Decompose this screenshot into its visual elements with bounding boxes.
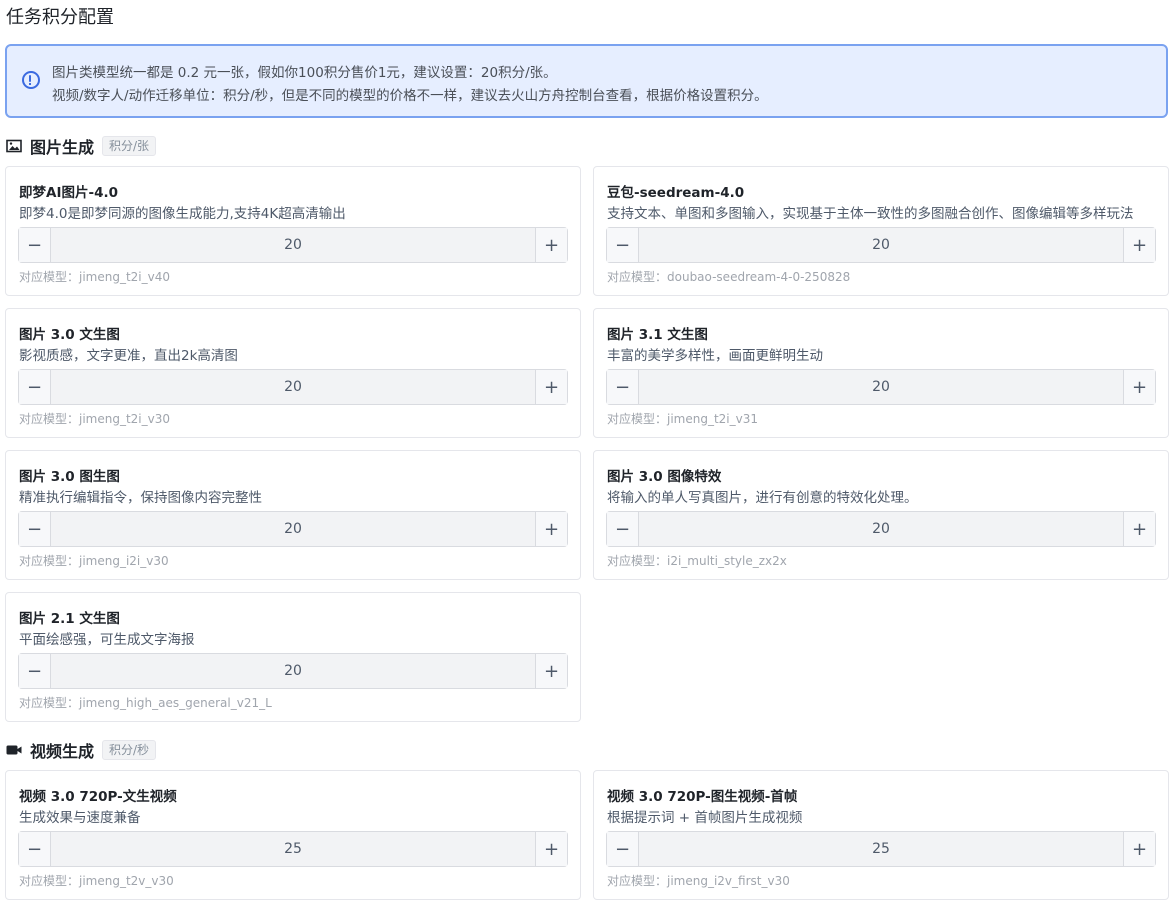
model-id-label: 对应模型：i2i_multi_style_zx2x bbox=[607, 554, 787, 568]
increment-button[interactable]: + bbox=[1123, 370, 1155, 404]
task-points-config-page: 任务积分配置 图片类模型统一都是 0.2 元一张，假如你100积分售价1元，建议… bbox=[0, 0, 1175, 907]
points-input[interactable]: 25 bbox=[51, 832, 535, 866]
info-icon bbox=[22, 71, 40, 89]
alert-line-1: 图片类模型统一都是 0.2 元一张，假如你100积分售价1元，建议设置：20积分… bbox=[52, 65, 557, 81]
points-stepper: − 20 + bbox=[606, 227, 1156, 263]
points-stepper: − 20 + bbox=[18, 227, 568, 263]
points-stepper: − 20 + bbox=[18, 653, 568, 689]
points-input[interactable]: 20 bbox=[639, 228, 1123, 262]
model-card: 图片 3.0 图像特效 将输入的单人写真图片，进行有创意的特效化处理。 − 20… bbox=[593, 450, 1169, 580]
card-title: 图片 3.0 文生图 bbox=[19, 327, 120, 343]
page-title: 任务积分配置 bbox=[6, 7, 114, 28]
points-input[interactable]: 20 bbox=[639, 512, 1123, 546]
model-id-label: 对应模型：jimeng_i2i_v30 bbox=[19, 554, 169, 568]
card-description: 平面绘感强，可生成文字海报 bbox=[19, 632, 195, 648]
points-stepper: − 25 + bbox=[18, 831, 568, 867]
points-input[interactable]: 20 bbox=[639, 370, 1123, 404]
decrement-button[interactable]: − bbox=[607, 832, 639, 866]
increment-button[interactable]: + bbox=[535, 654, 567, 688]
video-section-title: 视频生成 bbox=[30, 742, 95, 761]
card-title: 视频 3.0 720P-文生视频 bbox=[19, 789, 177, 805]
increment-button[interactable]: + bbox=[535, 228, 567, 262]
video-unit-tag: 积分/秒 bbox=[102, 740, 157, 760]
points-input[interactable]: 20 bbox=[51, 654, 535, 688]
model-id-label: 对应模型：jimeng_t2i_v40 bbox=[19, 270, 171, 284]
card-description: 生成效果与速度兼备 bbox=[19, 810, 141, 826]
model-card: 视频 3.0 720P-图生视频-首帧 根据提示词 + 首帧图片生成视频 − 2… bbox=[593, 770, 1169, 900]
points-input[interactable]: 20 bbox=[51, 512, 535, 546]
card-title: 图片 2.1 文生图 bbox=[19, 611, 120, 627]
points-stepper: − 20 + bbox=[606, 511, 1156, 547]
model-id-label: 对应模型：jimeng_t2i_v31 bbox=[607, 412, 759, 426]
image-section-header: 图片生成 积分/张 bbox=[6, 135, 157, 157]
decrement-button[interactable]: − bbox=[607, 370, 639, 404]
card-title: 图片 3.0 图像特效 bbox=[607, 469, 722, 485]
card-description: 即梦4.0是即梦同源的图像生成能力,支持4K超高清输出 bbox=[19, 206, 346, 222]
card-description: 将输入的单人写真图片，进行有创意的特效化处理。 bbox=[607, 490, 918, 506]
image-unit-tag: 积分/张 bbox=[102, 136, 157, 156]
increment-button[interactable]: + bbox=[1123, 512, 1155, 546]
card-title: 图片 3.0 图生图 bbox=[19, 469, 120, 485]
points-stepper: − 20 + bbox=[18, 511, 568, 547]
points-stepper: − 20 + bbox=[606, 369, 1156, 405]
model-id-label: 对应模型：jimeng_t2i_v30 bbox=[19, 412, 171, 426]
decrement-button[interactable]: − bbox=[19, 832, 51, 866]
image-section-title: 图片生成 bbox=[30, 138, 95, 157]
card-description: 影视质感，文字更准，直出2k高清图 bbox=[19, 348, 238, 364]
model-card: 图片 2.1 文生图 平面绘感强，可生成文字海报 − 20 + 对应模型：jim… bbox=[5, 592, 581, 722]
points-stepper: − 20 + bbox=[18, 369, 568, 405]
model-card: 图片 3.0 文生图 影视质感，文字更准，直出2k高清图 − 20 + 对应模型… bbox=[5, 308, 581, 438]
model-card: 豆包-seedream-4.0 支持文本、单图和多图输入，实现基于主体一致性的多… bbox=[593, 166, 1169, 296]
model-id-label: 对应模型：jimeng_i2v_first_v30 bbox=[607, 874, 790, 888]
decrement-button[interactable]: − bbox=[607, 228, 639, 262]
video-camera-icon bbox=[6, 745, 22, 755]
model-card: 图片 3.0 图生图 精准执行编辑指令，保持图像内容完整性 − 20 + 对应模… bbox=[5, 450, 581, 580]
card-title: 豆包-seedream-4.0 bbox=[607, 185, 745, 201]
card-title: 即梦AI图片-4.0 bbox=[19, 185, 118, 201]
info-alert: 图片类模型统一都是 0.2 元一张，假如你100积分售价1元，建议设置：20积分… bbox=[5, 44, 1168, 118]
model-id-label: 对应模型：jimeng_high_aes_general_v21_L bbox=[19, 696, 272, 710]
points-stepper: − 25 + bbox=[606, 831, 1156, 867]
card-description: 支持文本、单图和多图输入，实现基于主体一致性的多图融合创作、图像编辑等多样玩法 bbox=[607, 206, 1134, 222]
model-id-label: 对应模型：doubao-seedream-4-0-250828 bbox=[607, 270, 851, 284]
decrement-button[interactable]: − bbox=[19, 654, 51, 688]
card-description: 丰富的美学多样性，画面更鲜明生动 bbox=[607, 348, 823, 364]
model-id-label: 对应模型：jimeng_t2v_v30 bbox=[19, 874, 174, 888]
model-card: 即梦AI图片-4.0 即梦4.0是即梦同源的图像生成能力,支持4K超高清输出 −… bbox=[5, 166, 581, 296]
decrement-button[interactable]: − bbox=[607, 512, 639, 546]
card-description: 精准执行编辑指令，保持图像内容完整性 bbox=[19, 490, 262, 506]
alert-line-2: 视频/数字人/动作迁移单位：积分/秒，但是不同的模型的价格不一样，建议去火山方舟… bbox=[52, 88, 768, 104]
points-input[interactable]: 25 bbox=[639, 832, 1123, 866]
decrement-button[interactable]: − bbox=[19, 370, 51, 404]
model-card: 视频 3.0 720P-文生视频 生成效果与速度兼备 − 25 + 对应模型：j… bbox=[5, 770, 581, 900]
image-icon bbox=[6, 139, 22, 153]
points-input[interactable]: 20 bbox=[51, 228, 535, 262]
points-input[interactable]: 20 bbox=[51, 370, 535, 404]
increment-button[interactable]: + bbox=[535, 512, 567, 546]
model-card: 图片 3.1 文生图 丰富的美学多样性，画面更鲜明生动 − 20 + 对应模型：… bbox=[593, 308, 1169, 438]
decrement-button[interactable]: − bbox=[19, 512, 51, 546]
card-title: 视频 3.0 720P-图生视频-首帧 bbox=[607, 789, 798, 805]
video-section-header: 视频生成 积分/秒 bbox=[6, 739, 157, 761]
card-description: 根据提示词 + 首帧图片生成视频 bbox=[607, 810, 803, 826]
increment-button[interactable]: + bbox=[1123, 832, 1155, 866]
increment-button[interactable]: + bbox=[1123, 228, 1155, 262]
card-title: 图片 3.1 文生图 bbox=[607, 327, 708, 343]
increment-button[interactable]: + bbox=[535, 370, 567, 404]
decrement-button[interactable]: − bbox=[19, 228, 51, 262]
increment-button[interactable]: + bbox=[535, 832, 567, 866]
